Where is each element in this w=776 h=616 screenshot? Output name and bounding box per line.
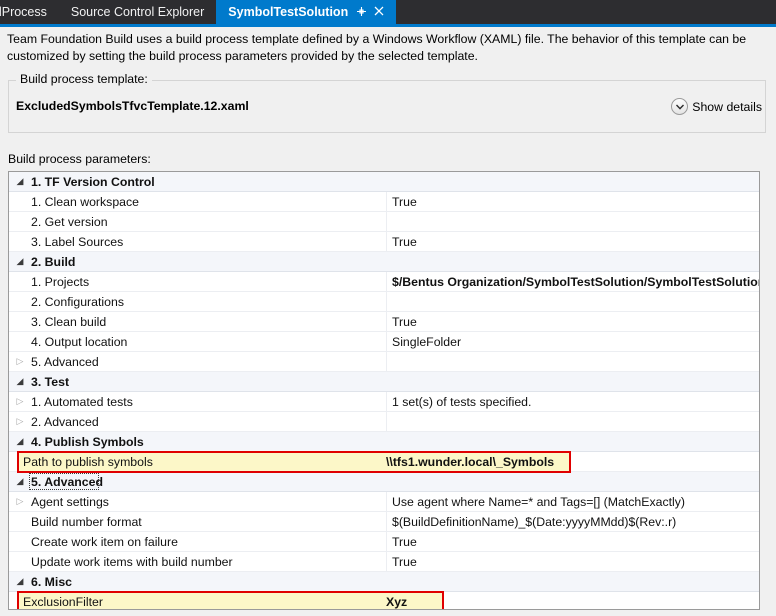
parameter-name: 5. Advanced bbox=[31, 354, 99, 369]
parameter-name: 1. Automated tests bbox=[31, 394, 133, 409]
parameter-name: ExclusionFilter bbox=[23, 595, 103, 609]
grid-group-row[interactable]: ◢ 2. Build bbox=[9, 252, 759, 272]
grid-row[interactable]: Create work item on failure True bbox=[9, 531, 759, 552]
grid-group-row[interactable]: ◢ 6. Misc bbox=[9, 572, 759, 592]
build-process-parameters-label: Build process parameters: bbox=[8, 152, 151, 166]
show-details-label: Show details bbox=[692, 99, 762, 114]
grid-row[interactable]: 2. Get version bbox=[9, 211, 759, 232]
parameter-name: Path to publish symbols bbox=[23, 455, 153, 469]
intro-text: Team Foundation Build uses a build proce… bbox=[7, 32, 747, 63]
parameter-name: 6. Misc bbox=[31, 574, 73, 589]
parameter-name: 3. Test bbox=[31, 374, 70, 389]
column-divider bbox=[386, 252, 387, 272]
parameter-value[interactable]: $(BuildDefinitionName)_$(Date:yyyyMMdd)$… bbox=[387, 515, 759, 529]
parameter-value[interactable]: True bbox=[387, 195, 759, 209]
parameter-name: 5. Advanced bbox=[31, 474, 103, 489]
parameter-value[interactable]: True bbox=[387, 535, 759, 549]
grid-group-row[interactable]: ◢ 3. Test bbox=[9, 372, 759, 392]
grid-row[interactable]: Build number format $(BuildDefinitionName… bbox=[9, 511, 759, 532]
column-divider bbox=[386, 472, 387, 492]
parameter-name: 4. Publish Symbols bbox=[31, 434, 144, 449]
expander-closed-icon[interactable]: ▷ bbox=[9, 357, 31, 366]
grid-row[interactable]: 1. Projects $/Bentus Organization/SymbolT… bbox=[9, 271, 759, 292]
build-process-template-legend: Build process template: bbox=[16, 72, 152, 86]
parameter-value[interactable]: True bbox=[387, 555, 759, 569]
expander-open-icon[interactable]: ◢ bbox=[9, 437, 31, 446]
grid-row[interactable]: 3. Label Sources True bbox=[9, 231, 759, 252]
parameter-name: 2. Build bbox=[31, 254, 76, 269]
grid-rows: ◢ 1. TF Version Control 1. Clean workspace… bbox=[9, 172, 759, 609]
grid-row[interactable]: 2. Configurations bbox=[9, 291, 759, 312]
close-icon[interactable] bbox=[374, 6, 384, 18]
expander-open-icon[interactable]: ◢ bbox=[9, 257, 31, 266]
parameter-name: 1. Projects bbox=[31, 274, 90, 289]
build-definition-process-page: Team Foundation Build uses a build proce… bbox=[0, 27, 776, 616]
parameter-name: Update work items with build number bbox=[31, 554, 233, 569]
column-divider bbox=[386, 211, 387, 232]
expander-closed-icon[interactable]: ▷ bbox=[9, 397, 31, 406]
tab-strip: ldProcess Source Control Explorer Symbol… bbox=[0, 0, 776, 24]
column-divider bbox=[386, 351, 387, 372]
show-details-button[interactable]: Show details bbox=[671, 98, 762, 115]
pin-icon[interactable] bbox=[356, 6, 367, 19]
chevron-down-circle-icon bbox=[671, 98, 689, 115]
grid-row[interactable]: ▷ 2. Advanced bbox=[9, 411, 759, 432]
column-divider bbox=[386, 432, 387, 452]
parameter-name: Agent settings bbox=[31, 494, 109, 509]
expander-open-icon[interactable]: ◢ bbox=[9, 177, 31, 186]
grid-group-row[interactable]: ◢ 4. Publish Symbols bbox=[9, 432, 759, 452]
parameter-name: Create work item on failure bbox=[31, 534, 178, 549]
parameter-name: Build number format bbox=[31, 514, 142, 529]
grid-row[interactable]: Update work items with build number True bbox=[9, 551, 759, 572]
parameter-value[interactable]: True bbox=[387, 315, 759, 329]
tab-symbol-test-solution[interactable]: SymbolTestSolution bbox=[216, 0, 397, 24]
parameter-name: 2. Configurations bbox=[31, 294, 124, 309]
column-divider bbox=[386, 372, 387, 392]
parameter-name: 2. Advanced bbox=[31, 414, 99, 429]
parameter-name: 4. Output location bbox=[31, 334, 128, 349]
expander-open-icon[interactable]: ◢ bbox=[9, 477, 31, 486]
grid-row[interactable]: 3. Clean build True bbox=[9, 311, 759, 332]
parameter-name: 1. TF Version Control bbox=[31, 174, 155, 189]
grid-row[interactable]: ▷ 1. Automated tests 1 set(s) of tests spe… bbox=[9, 391, 759, 412]
parameter-value[interactable]: Use agent where Name=* and Tags=[] (Matc… bbox=[387, 495, 759, 509]
parameter-name: 1. Clean workspace bbox=[31, 194, 139, 209]
tab-icons bbox=[356, 6, 384, 19]
expander-open-icon[interactable]: ◢ bbox=[9, 577, 31, 586]
grid-row[interactable]: ▷ 5. Advanced bbox=[9, 351, 759, 372]
parameter-value[interactable]: True bbox=[387, 235, 759, 249]
expander-closed-icon[interactable]: ▷ bbox=[9, 417, 31, 426]
tab-label: Source Control Explorer bbox=[70, 5, 205, 19]
column-divider bbox=[386, 291, 387, 312]
parameter-value[interactable]: \\tfs1.wunder.local\_Symbols bbox=[386, 455, 554, 469]
grid-group-row[interactable]: ◢ 5. Advanced bbox=[9, 472, 759, 492]
expander-open-icon[interactable]: ◢ bbox=[9, 377, 31, 386]
tab-build-process[interactable]: ldProcess bbox=[0, 0, 59, 24]
parameter-value[interactable]: Xyz bbox=[386, 595, 407, 609]
grid-row[interactable]: 1. Clean workspace True bbox=[9, 191, 759, 212]
build-process-parameters-grid[interactable]: ◢ 1. TF Version Control 1. Clean workspace… bbox=[8, 171, 760, 610]
parameter-value[interactable]: 1 set(s) of tests specified. bbox=[387, 395, 759, 409]
grid-row[interactable]: ▷ Agent settings Use agent where Name=* an… bbox=[9, 491, 759, 512]
column-divider bbox=[386, 172, 387, 192]
parameter-name: 2. Get version bbox=[31, 214, 108, 229]
tab-source-control-explorer[interactable]: Source Control Explorer bbox=[59, 0, 216, 24]
expander-closed-icon[interactable]: ▷ bbox=[9, 497, 31, 506]
grid-row[interactable]: 4. Output location SingleFolder bbox=[9, 331, 759, 352]
tab-label: ldProcess bbox=[0, 5, 47, 19]
column-divider bbox=[386, 411, 387, 432]
parameter-value[interactable]: SingleFolder bbox=[387, 335, 759, 349]
tab-label: SymbolTestSolution bbox=[228, 5, 349, 19]
grid-group-row[interactable]: ◢ 1. TF Version Control bbox=[9, 172, 759, 192]
parameter-name: 3. Clean build bbox=[31, 314, 107, 329]
column-divider bbox=[386, 572, 387, 592]
parameter-name: 3. Label Sources bbox=[31, 234, 124, 249]
parameter-value[interactable]: $/Bentus Organization/SymbolTestSolution… bbox=[387, 275, 759, 289]
template-name-value: ExcludedSymbolsTfvcTemplate.12.xaml bbox=[16, 99, 249, 113]
